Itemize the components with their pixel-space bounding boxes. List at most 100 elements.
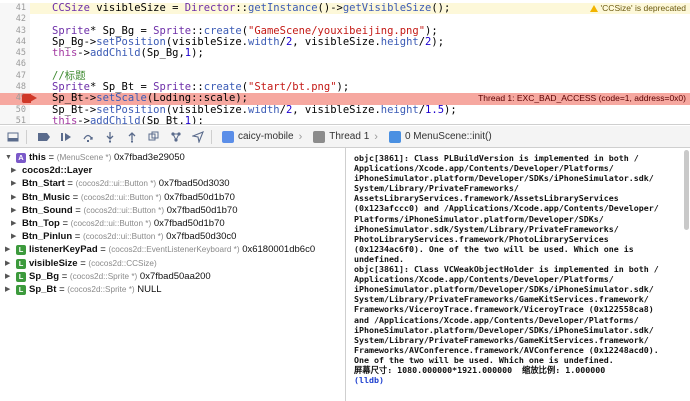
code-token: ();	[431, 2, 451, 14]
variable-type: (cocos2d::ui::Button *)	[70, 218, 152, 228]
variables-view[interactable]: ▼ Athis = (MenuScene *) 0x7fbad3e29050 ▶ co…	[0, 148, 346, 401]
variable-text: Btn_Pinlun = (cocos2d::ui::Button *) 0x7…	[22, 231, 237, 243]
console-scrollbar[interactable]	[684, 150, 689, 230]
code-token: ::	[191, 24, 204, 37]
instruction-pointer-arrow-icon	[30, 94, 37, 103]
argument-badge-icon: A	[16, 153, 26, 163]
hide-debug-area-icon[interactable]	[4, 128, 22, 146]
variable-row[interactable]: ▶ L Sp_Bt = (cocos2d::Sprite *) NULL	[0, 283, 345, 296]
code-token: );	[191, 114, 204, 125]
breadcrumb-item[interactable]: 0 MenuScene::init()	[388, 130, 492, 143]
variable-value: 0x7fbad3e29050	[113, 152, 185, 163]
console-line: System/Library/PrivateFrameworks/	[354, 183, 519, 194]
code-token: "Start/bt.png"	[248, 81, 337, 94]
variable-row[interactable]: ▼ Athis = (MenuScene *) 0x7fbad3e29050	[0, 151, 345, 164]
lldb-prompt[interactable]: (lldb)	[354, 375, 686, 385]
code-token: setPosition	[96, 35, 166, 48]
variable-name: Btn_Music	[22, 191, 71, 203]
code-line[interactable]: 45 this->addChild(Sp_Bg,1);	[0, 47, 690, 60]
console-line: objc[3861]: Class VCWeakObjectHolder is …	[354, 264, 659, 275]
console-line: iPhoneSimulator.platform/Developer/SDKs/…	[354, 324, 654, 335]
disclosure-closed-icon[interactable]: ▶	[11, 204, 16, 217]
variable-value: 0x7fbad50d1b70	[153, 217, 225, 229]
disclosure-closed-icon[interactable]: ▶	[11, 177, 16, 190]
continue-icon[interactable]	[57, 128, 75, 146]
disclosure-closed-icon[interactable]: ▶	[5, 270, 10, 283]
memory-graph-icon[interactable]	[167, 128, 185, 146]
disclosure-closed-icon[interactable]: ▶	[11, 217, 16, 230]
console-line: Frameworks/AVConference.framework/AVConf…	[354, 344, 659, 355]
step-into-icon[interactable]	[101, 128, 119, 146]
code-token: addChild	[89, 47, 141, 60]
code-token: //标题	[52, 69, 86, 82]
code-text: this->addChild(Sp_Bt,1);	[52, 114, 204, 125]
variable-name: cocos2d::Layer	[22, 165, 93, 177]
step-out-icon[interactable]	[123, 128, 141, 146]
disclosure-closed-icon[interactable]: ▶	[5, 243, 10, 256]
variable-row[interactable]: ▶ LlistenerKeyPad = (cocos2d::EventListen…	[0, 243, 345, 256]
code-token: * Sp_Bt =	[89, 81, 154, 94]
code-text: CCSize visibleSize = Director::getInstan…	[52, 2, 451, 14]
view-hierarchy-icon[interactable]	[145, 128, 163, 146]
breadcrumb-item[interactable]: Thread 1	[313, 130, 369, 143]
step-over-icon[interactable]	[79, 128, 97, 146]
code-token: Sprite	[52, 81, 90, 94]
code-line[interactable]: 46	[0, 59, 690, 71]
code-line[interactable]: 51 this->addChild(Sp_Bt,1);	[0, 114, 690, 125]
disclosure-closed-icon[interactable]: ▶	[11, 230, 16, 243]
local-badge-icon: L	[16, 284, 26, 295]
variable-row[interactable]: ▶ Btn_Sound = (cocos2d::ui::Button *) 0x7…	[0, 204, 345, 217]
stack-frame-icon	[388, 130, 401, 143]
console-line: System/Library/PrivateFrameworks/GameKit…	[354, 294, 649, 305]
local-badge-icon: L	[16, 258, 26, 269]
code-editor[interactable]: 41 CCSize visibleSize = Director::getInst…	[0, 0, 690, 125]
variable-row[interactable]: ▶ cocos2d::Layer	[0, 164, 345, 177]
line-number: 48	[0, 82, 30, 94]
console-line: One of the two will be used. Which one i…	[354, 354, 614, 365]
variable-row[interactable]: ▶ Btn_Music = (cocos2d::ui::Button *) 0x7…	[0, 191, 345, 204]
code-token: height	[380, 35, 419, 48]
code-token: ::	[191, 81, 204, 94]
code-token: (visibleSize.	[165, 35, 248, 48]
variable-name: Sp_Bg	[29, 270, 60, 282]
disclosure-closed-icon[interactable]: ▶	[11, 164, 16, 177]
variable-value: 0x7fbad50d1b70	[166, 204, 238, 216]
variable-value: 0x7fbad50d30c0	[166, 231, 237, 243]
app-target-icon	[222, 130, 234, 143]
disclosure-closed-icon[interactable]: ▶	[5, 257, 10, 270]
code-token: ->	[77, 114, 90, 125]
code-token: CCSize	[52, 2, 90, 14]
breadcrumb: caicy-mobile › Thread 1 › 0 MenuScene::init(…	[216, 130, 492, 143]
variable-row[interactable]: ▶ Btn_Start = (cocos2d::ui::Button *) 0x7…	[0, 177, 345, 190]
console-line: Applications/Xcode.app/Contents/Develope…	[354, 274, 614, 285]
debug-bar: caicy-mobile › Thread 1 › 0 MenuScene::init(…	[0, 126, 690, 148]
disclosure-closed-icon[interactable]: ▶	[11, 191, 16, 204]
variable-value: 0x7fbad50d3030	[158, 178, 230, 190]
breadcrumb-item[interactable]: caicy-mobile	[222, 130, 294, 143]
console-output[interactable]: objc[3861]: Class PLBuildVersion is impl…	[347, 148, 690, 401]
divider	[26, 129, 27, 144]
code-token: setPosition	[96, 103, 166, 116]
code-token: ->	[77, 47, 90, 60]
console-line: Applications/Xcode.app/Contents/Develope…	[354, 163, 614, 174]
location-arrow-icon[interactable]	[189, 128, 207, 146]
variable-name: listenerKeyPad	[29, 244, 98, 256]
variable-type: (cocos2d::ui::Button *)	[75, 179, 157, 189]
code-line[interactable]: 41 CCSize visibleSize = Director::getInst…	[0, 2, 690, 15]
console-line: objc[3861]: Class PLBuildVersion is impl…	[354, 153, 639, 163]
breakpoints-toggle-icon[interactable]	[35, 128, 53, 146]
code-token: ::	[235, 2, 248, 14]
warning-annotation: 'CCSize' is deprecated	[589, 3, 686, 14]
code-token: Sprite	[52, 24, 90, 37]
local-badge-icon: L	[16, 245, 26, 256]
variable-row[interactable]: ▶ L Sp_Bg = (cocos2d::Sprite *) 0x7fbad50a…	[0, 270, 345, 283]
disclosure-closed-icon[interactable]: ▶	[5, 283, 10, 296]
thread-icon	[313, 130, 326, 143]
variable-row[interactable]: ▶ Btn_Top = (cocos2d::ui::Button *) 0x7fb…	[0, 217, 345, 230]
console-line: (0x123afccc0) and /Applications/Xcode.ap…	[354, 203, 659, 214]
variable-row[interactable]: ▶ Btn_Pinlun = (cocos2d::ui::Button *) 0x…	[0, 230, 345, 243]
code-token: );	[191, 47, 204, 60]
disclosure-open-icon[interactable]: ▼	[5, 151, 12, 164]
console-line: and /Applications/Xcode.app/Contents/Dev…	[354, 314, 639, 325]
variable-row[interactable]: ▶ LvisibleSize = (cocos2d::CCSize)	[0, 257, 345, 270]
